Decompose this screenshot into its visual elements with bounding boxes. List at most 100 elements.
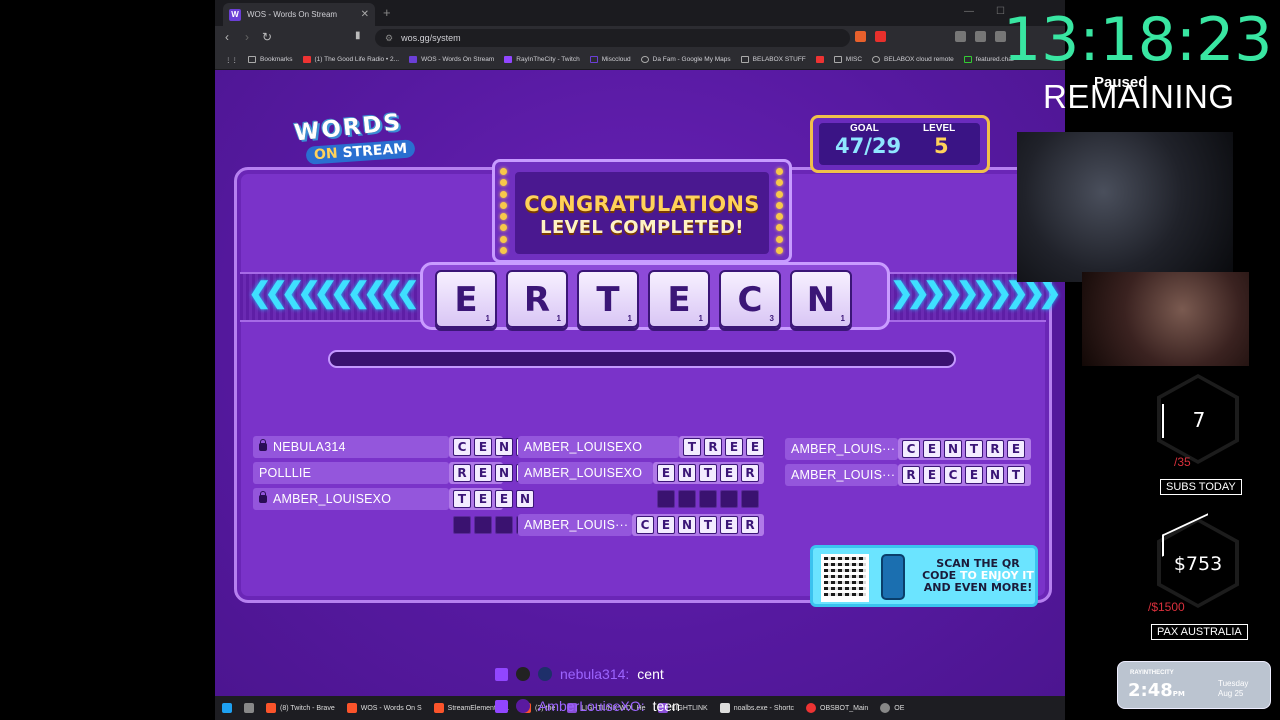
goal-level-box: GOAL 47/29 LEVEL 5	[810, 115, 990, 173]
word-tiles: RECENT	[902, 466, 1025, 484]
taskbar-item[interactable]: WOS - Words On S	[344, 703, 425, 713]
word-letter: R	[741, 516, 759, 534]
word-letter: T	[1007, 466, 1025, 484]
letter-score: 3	[769, 314, 774, 323]
room-camera-feed	[1082, 272, 1249, 366]
tab-wos[interactable]: W WOS - Words On Stream ✕	[223, 3, 375, 26]
stream-clock: RAYINTHECITY 2:48PM Tuesday Aug 25	[1117, 661, 1271, 709]
goal-value: 47/29	[835, 134, 902, 158]
site-info-icon[interactable]: ⚙	[385, 33, 393, 44]
taskbar-icon[interactable]	[241, 703, 257, 713]
minimize-icon[interactable]: —	[964, 6, 974, 17]
banner-lights-left	[500, 168, 508, 254]
word-tiles: ENTER	[657, 464, 759, 482]
word-letter: T	[453, 490, 471, 508]
subs-label: SUBS TODAY	[1160, 479, 1242, 495]
apps-icon[interactable]: ⋮⋮	[225, 56, 238, 64]
empty-slot	[453, 516, 471, 534]
qr-promo[interactable]: SCAN THE QR CODE TO ENJOY IT AND EVEN MO…	[810, 545, 1038, 607]
new-tab-icon[interactable]: +	[383, 5, 391, 20]
word-letter: E	[720, 464, 738, 482]
congrats-banner: CONGRATULATIONS LEVEL COMPLETED!	[492, 159, 792, 263]
screen: W WOS - Words On Stream ✕ + — ☐ ‹ › ↻ ▮ …	[0, 0, 1280, 720]
player-name	[253, 514, 259, 536]
bookmark-item[interactable]: MISC	[833, 56, 862, 63]
taskbar-item[interactable]: noalbs.exe - Shortc	[717, 703, 797, 713]
word-letter: E	[1007, 440, 1025, 458]
chat-line: nebula314: cent	[495, 663, 664, 685]
congrats-line1: CONGRATULATIONS	[524, 192, 760, 216]
word-letter: E	[923, 466, 941, 484]
word-letter: C	[453, 438, 471, 456]
bookmark-item[interactable]: BELABOX STUFF	[740, 56, 806, 63]
word-row	[253, 514, 534, 536]
chat-message: cent	[637, 666, 664, 682]
word-tiles: TREE	[683, 438, 764, 456]
letter-score: 1	[698, 314, 703, 323]
player-name: NEBULA314	[253, 436, 346, 458]
tab-bar: W WOS - Words On Stream ✕ + — ☐	[215, 0, 1065, 26]
clock-brand: RAYINTHECITY	[1130, 670, 1174, 676]
player-name: AMBER_LOUISEXO	[518, 462, 642, 484]
word-letter: E	[474, 464, 492, 482]
chat-message: teen	[652, 698, 680, 714]
url-text: wos.gg/system	[401, 33, 461, 43]
word-tiles: CENTER	[636, 516, 759, 534]
close-tab-icon[interactable]: ✕	[361, 9, 369, 20]
bookmark-item[interactable]: WOS - Words On Stream	[409, 56, 494, 63]
word-row	[518, 488, 764, 510]
chevrons-left-icon: ❮❮❮❮❮❮❮❮❮❮	[248, 277, 420, 308]
media-icon[interactable]	[955, 31, 966, 42]
webcam-feed	[1017, 132, 1233, 282]
word-letter: T	[683, 438, 701, 456]
qr-text: SCAN THE QR CODE TO ENJOY IT AND EVEN MO…	[922, 557, 1034, 594]
word-letter: T	[965, 440, 983, 458]
bookmark-icon[interactable]: ▮	[355, 30, 361, 41]
bookmark-item[interactable]: BELABOX cloud remote	[872, 56, 954, 63]
sidebar-icon[interactable]	[975, 31, 986, 42]
letter-tile: N1	[790, 270, 852, 328]
browser-window: W WOS - Words On Stream ✕ + — ☐ ‹ › ↻ ▮ …	[215, 0, 1065, 720]
player-name-text: POLLLIE	[259, 466, 312, 480]
bookmark-item[interactable]: RayInTheCity - Twitch	[504, 56, 580, 63]
brave-shield-icon[interactable]	[855, 31, 866, 42]
word-letter: E	[923, 440, 941, 458]
forward-icon[interactable]: ›	[245, 30, 249, 44]
bookmark-item[interactable]	[815, 56, 824, 63]
bookmark-item[interactable]: Bookmarks	[248, 56, 293, 63]
congrats-line2: LEVEL COMPLETED!	[540, 217, 744, 238]
brave-rewards-icon[interactable]	[875, 31, 886, 42]
bookmark-item[interactable]: Misccloud	[589, 56, 631, 63]
address-bar[interactable]: ⚙ wos.gg/system	[375, 29, 850, 47]
taskbar-item[interactable]: (8) Twitch - Brave	[263, 703, 338, 713]
player-name-text: AMBER_LOUISEXO	[524, 466, 643, 480]
word-letter: C	[636, 516, 654, 534]
money-goal: /$1500	[1148, 600, 1185, 614]
word-letter: R	[986, 440, 1004, 458]
level-label: LEVEL	[923, 123, 956, 134]
windows-start-icon[interactable]	[219, 703, 235, 713]
taskbar-item[interactable]: OBSBOT_Main	[803, 703, 871, 713]
twitch-icon	[495, 667, 508, 681]
bookmark-item[interactable]: Da Fam - Google My Maps	[640, 56, 731, 63]
word-letter: R	[902, 466, 920, 484]
word-letter: N	[678, 516, 696, 534]
empty-slot	[657, 490, 675, 508]
word-letter: C	[902, 440, 920, 458]
word-letter: N	[495, 438, 513, 456]
clock-time: 2:48PM	[1128, 680, 1185, 701]
word-row: NEBULA314CENT	[253, 436, 534, 458]
letter-score: 1	[840, 314, 845, 323]
taskbar-item[interactable]: OE	[877, 703, 907, 713]
player-name-text: AMBER_LOUISEXO	[524, 440, 643, 454]
empty-slot	[720, 490, 738, 508]
back-icon[interactable]: ‹	[225, 30, 229, 44]
wos-logo: WORDS ON STREAM	[288, 109, 423, 175]
letter-tile: R1	[506, 270, 568, 328]
word-row: AMBER_LOUISEXO T E E N	[253, 488, 534, 510]
twitch-icon	[495, 699, 508, 713]
money-label: PAX AUSTRALIA	[1151, 624, 1248, 640]
reload-icon[interactable]: ↻	[262, 30, 272, 44]
lock-icon	[259, 439, 267, 451]
bookmark-item[interactable]: (1) The Good Life Radio • 2...	[302, 56, 399, 63]
